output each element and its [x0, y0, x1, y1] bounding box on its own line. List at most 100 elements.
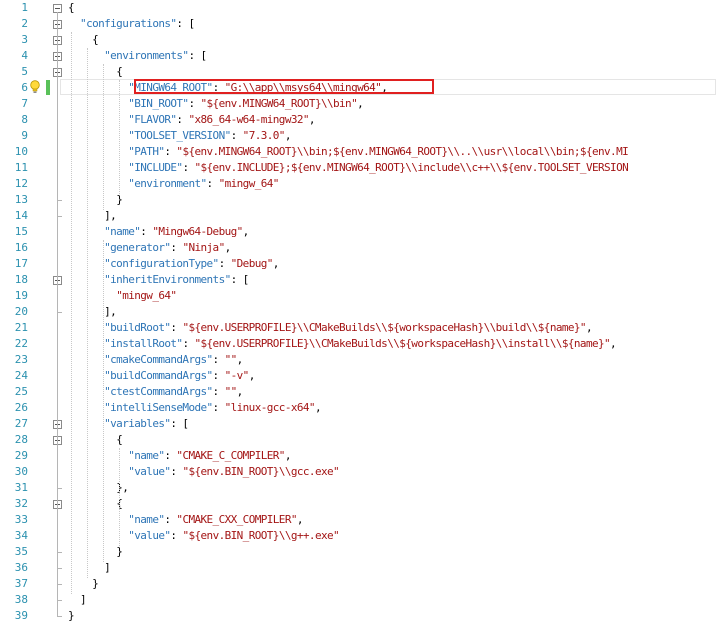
code-line[interactable]: 31 },: [0, 480, 716, 496]
code-line[interactable]: 36 ]: [0, 560, 716, 576]
json-string: "CMAKE_C_COMPILER": [176, 449, 285, 462]
line-number: 12: [14, 177, 28, 190]
json-punctuation: :: [170, 241, 183, 254]
json-punctuation: ,: [224, 241, 232, 254]
code-line[interactable]: 15 "name": "Mingw64-Debug",: [0, 224, 716, 240]
line-number: 33: [14, 513, 28, 526]
line-number: 21: [14, 321, 28, 334]
code-line[interactable]: 3 {: [0, 32, 716, 48]
json-punctuation: ,: [308, 113, 316, 126]
json-punctuation: :: [182, 337, 195, 350]
json-punctuation: :: [140, 225, 153, 238]
code-line[interactable]: 34 "value": "${env.BIN_ROOT}\\g++.exe": [0, 528, 716, 544]
code-line[interactable]: 7 "BIN_ROOT": "${env.MINGW64_ROOT}\\bin"…: [0, 96, 716, 112]
fold-end: [57, 568, 62, 569]
json-punctuation: ,: [585, 321, 593, 334]
code-line[interactable]: 37 }: [0, 576, 716, 592]
code-line[interactable]: 4 "environments": [: [0, 48, 716, 64]
json-punctuation: ,: [610, 337, 617, 350]
code-line[interactable]: 20 ],: [0, 304, 716, 320]
fold-end: [57, 600, 62, 601]
code-line[interactable]: 11 "INCLUDE": "${env.INCLUDE};${env.MING…: [0, 160, 716, 176]
json-punctuation: :: [212, 353, 225, 366]
json-key: "FLAVOR": [128, 113, 177, 126]
code-line[interactable]: 33 "name": "CMAKE_CXX_COMPILER",: [0, 512, 716, 528]
json-punctuation: ],: [104, 209, 117, 222]
json-punctuation: ,: [272, 257, 280, 270]
json-punctuation: {: [116, 433, 123, 446]
json-punctuation: {: [116, 65, 123, 78]
code-line[interactable]: 12 "environment": "mingw_64": [0, 176, 716, 192]
json-key: "BIN_ROOT": [128, 97, 189, 110]
json-string: "${env.BIN_ROOT}\\g++.exe": [182, 529, 340, 542]
json-key: "environments": [104, 49, 189, 62]
json-punctuation: ,: [242, 225, 250, 238]
code-editor[interactable]: 1{2 "configurations": [3 {4 "environment…: [0, 0, 716, 631]
line-number: 25: [14, 385, 28, 398]
json-key: "installRoot": [104, 337, 183, 350]
code-line[interactable]: 38 ]: [0, 592, 716, 608]
json-string: "${env.INCLUDE};${env.MINGW64_ROOT}\\inc…: [194, 161, 629, 174]
code-text: }: [68, 576, 99, 592]
indent-guide: [119, 80, 120, 194]
code-line[interactable]: 1{: [0, 0, 716, 16]
code-line[interactable]: 28 {: [0, 432, 716, 448]
line-number: 2: [21, 17, 28, 30]
code-line[interactable]: 19 "mingw_64": [0, 288, 716, 304]
indent-guide: [103, 64, 104, 210]
code-line[interactable]: 10 "PATH": "${env.MINGW64_ROOT}\\bin;${e…: [0, 144, 716, 160]
line-number: 20: [14, 305, 28, 318]
json-string: "x86_64-w64-mingw32": [188, 113, 309, 126]
code-line[interactable]: 26 "intelliSenseMode": "linux-gcc-x64",: [0, 400, 716, 416]
json-punctuation: ,: [236, 385, 244, 398]
code-line[interactable]: 2 "configurations": [: [0, 16, 716, 32]
json-punctuation: :: [170, 529, 183, 542]
code-text: "configurations": [: [68, 16, 195, 32]
json-string: "7.3.0": [242, 129, 286, 142]
code-line[interactable]: 14 ],: [0, 208, 716, 224]
json-key: "environment": [128, 177, 207, 190]
code-line[interactable]: 5 {: [0, 64, 716, 80]
code-text: "name": "Mingw64-Debug",: [68, 224, 249, 240]
code-line[interactable]: 25 "ctestCommandArgs": "",: [0, 384, 716, 400]
line-number: 26: [14, 401, 28, 414]
code-line[interactable]: 32 {: [0, 496, 716, 512]
code-line[interactable]: 8 "FLAVOR": "x86_64-w64-mingw32",: [0, 112, 716, 128]
code-line[interactable]: 16 "generator": "Ninja",: [0, 240, 716, 256]
line-number: 38: [14, 593, 28, 606]
highlight-box: [134, 79, 434, 94]
code-line[interactable]: 22 "installRoot": "${env.USERPROFILE}\\C…: [0, 336, 716, 352]
code-line[interactable]: 30 "value": "${env.BIN_ROOT}\\gcc.exe": [0, 464, 716, 480]
code-text: "inheritEnvironments": [: [68, 272, 249, 288]
code-line[interactable]: 21 "buildRoot": "${env.USERPROFILE}\\CMa…: [0, 320, 716, 336]
line-number: 5: [21, 65, 28, 78]
indent-guide: [71, 32, 72, 594]
line-number: 27: [14, 417, 28, 430]
code-line[interactable]: 39}: [0, 608, 716, 624]
code-text: {: [68, 0, 75, 16]
code-text: "generator": "Ninja",: [68, 240, 231, 256]
json-punctuation: :: [188, 97, 201, 110]
json-punctuation: :: [164, 145, 177, 158]
code-line[interactable]: 29 "name": "CMAKE_C_COMPILER",: [0, 448, 716, 464]
json-punctuation: : [: [176, 17, 195, 30]
code-line[interactable]: 17 "configurationType": "Debug",: [0, 256, 716, 272]
line-number: 29: [14, 449, 28, 462]
json-key: "TOOLSET_VERSION": [128, 129, 231, 142]
indent-guide: [87, 48, 88, 578]
line-number: 23: [14, 353, 28, 366]
code-line[interactable]: 27 "variables": [: [0, 416, 716, 432]
line-number: 34: [14, 529, 28, 542]
code-line[interactable]: 9 "TOOLSET_VERSION": "7.3.0",: [0, 128, 716, 144]
line-number: 17: [14, 257, 28, 270]
json-key: "inheritEnvironments": [104, 273, 231, 286]
code-line[interactable]: 13 }: [0, 192, 716, 208]
code-line[interactable]: 24 "buildCommandArgs": "-v",: [0, 368, 716, 384]
code-line[interactable]: 18 "inheritEnvironments": [: [0, 272, 716, 288]
code-text: "name": "CMAKE_C_COMPILER",: [68, 448, 291, 464]
json-key: "generator": [104, 241, 171, 254]
code-line[interactable]: 23 "cmakeCommandArgs": "",: [0, 352, 716, 368]
code-text: "environment": "mingw_64": [68, 176, 279, 192]
code-line[interactable]: 35 }: [0, 544, 716, 560]
